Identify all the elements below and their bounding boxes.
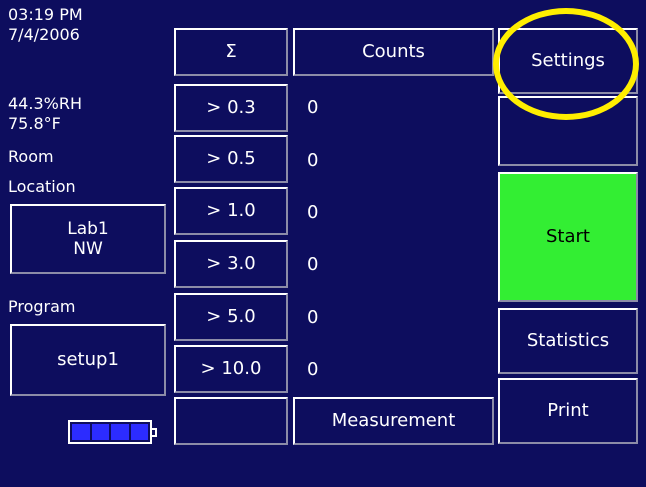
program-field[interactable]: setup1 bbox=[10, 324, 166, 396]
size-button-1.0[interactable]: > 1.0 bbox=[174, 187, 288, 235]
size-button-5.0[interactable]: > 5.0 bbox=[174, 293, 288, 341]
size-button-0.3[interactable]: > 0.3 bbox=[174, 84, 288, 132]
temperature-display: 75.8°F bbox=[8, 114, 61, 133]
settings-button[interactable]: Settings bbox=[498, 28, 638, 94]
location-label: Location bbox=[8, 177, 76, 196]
statistics-label: Statistics bbox=[526, 330, 610, 351]
count-value: 0 bbox=[307, 254, 319, 275]
counts-header-label: Counts bbox=[362, 41, 425, 62]
room-label: Room bbox=[8, 147, 54, 166]
battery-tip-icon bbox=[152, 428, 157, 437]
size-button-3.0[interactable]: > 3.0 bbox=[174, 240, 288, 288]
time-display: 03:19 PM bbox=[8, 5, 83, 24]
location-line2: NW bbox=[73, 239, 103, 259]
measurement-button[interactable]: Measurement bbox=[293, 397, 494, 445]
location-field[interactable]: Lab1 NW bbox=[10, 204, 166, 274]
program-value: setup1 bbox=[57, 349, 119, 370]
sum-header-button[interactable]: Σ bbox=[174, 28, 288, 76]
size-label: > 5.0 bbox=[206, 306, 256, 327]
program-label: Program bbox=[8, 297, 76, 316]
start-button[interactable]: Start bbox=[498, 172, 638, 302]
sum-symbol: Σ bbox=[225, 41, 237, 62]
battery-icon bbox=[68, 420, 152, 444]
count-value: 0 bbox=[307, 202, 319, 223]
size-label: > 1.0 bbox=[206, 200, 256, 221]
count-value: 0 bbox=[307, 150, 319, 171]
measurement-label: Measurement bbox=[331, 410, 456, 431]
blank-button[interactable] bbox=[498, 96, 638, 166]
print-button[interactable]: Print bbox=[498, 378, 638, 444]
date-display: 7/4/2006 bbox=[8, 25, 80, 44]
count-value: 0 bbox=[307, 97, 319, 118]
size-button-0.5[interactable]: > 0.5 bbox=[174, 135, 288, 183]
size-button-10.0[interactable]: > 10.0 bbox=[174, 345, 288, 393]
settings-label: Settings bbox=[531, 50, 605, 71]
location-line1: Lab1 bbox=[67, 219, 109, 239]
print-label: Print bbox=[547, 400, 589, 421]
size-label: > 10.0 bbox=[200, 358, 262, 379]
size-label: > 3.0 bbox=[206, 253, 256, 274]
statistics-button[interactable]: Statistics bbox=[498, 308, 638, 374]
size-label: > 0.5 bbox=[206, 148, 256, 169]
count-value: 0 bbox=[307, 359, 319, 380]
count-value: 0 bbox=[307, 307, 319, 328]
start-label: Start bbox=[546, 226, 590, 247]
size-label: > 0.3 bbox=[206, 97, 256, 118]
empty-footer-button[interactable] bbox=[174, 397, 288, 445]
humidity-display: 44.3%RH bbox=[8, 94, 82, 113]
counts-header: Counts bbox=[293, 28, 494, 76]
